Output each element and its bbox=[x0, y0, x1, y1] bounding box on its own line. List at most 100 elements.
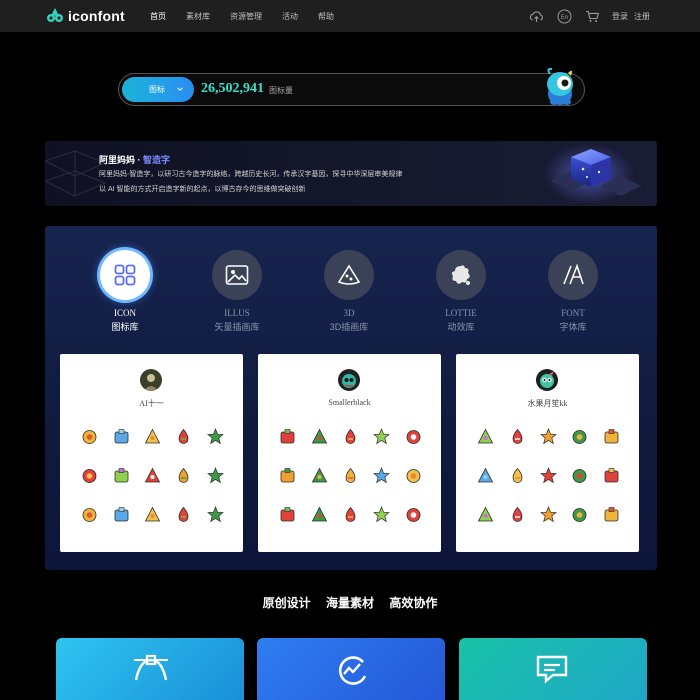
candy-pouch-icon[interactable] bbox=[81, 467, 98, 484]
nav-link-materials[interactable]: 素材库 bbox=[186, 11, 210, 22]
mistletoe-icon[interactable] bbox=[342, 506, 359, 523]
gingerbread-icon[interactable] bbox=[405, 506, 422, 523]
category-lottie-circle[interactable] bbox=[436, 250, 486, 300]
category-illus-circle[interactable] bbox=[212, 250, 262, 300]
mascot-icon bbox=[547, 67, 573, 105]
library-panel: ICON 图标库 ILLUS 矢量插画库 3D 3D插画库 LOTTIE 动效库… bbox=[45, 226, 657, 570]
banner-desc-2: 以 AI 智能的方式开启造字新的起点，以博古存今的思维做突破创新 bbox=[99, 186, 306, 193]
tree-icon[interactable] bbox=[206, 467, 224, 484]
cube-art-icon bbox=[544, 144, 641, 204]
icon-grid bbox=[470, 428, 627, 523]
pudding-icon[interactable] bbox=[373, 428, 391, 445]
category-icon[interactable]: ICON 图标库 bbox=[85, 250, 165, 333]
chat-icon bbox=[536, 655, 568, 684]
banner-title-highlight: 智造字 bbox=[143, 155, 171, 165]
tart-icon[interactable] bbox=[571, 506, 588, 523]
cake-slice-icon[interactable] bbox=[477, 428, 494, 445]
burger-icon[interactable] bbox=[603, 506, 620, 523]
gift-icon[interactable] bbox=[279, 428, 296, 445]
stocking-icon[interactable] bbox=[175, 428, 192, 445]
category-lottie[interactable]: LOTTIE 动效库 bbox=[421, 250, 501, 333]
avatar[interactable] bbox=[140, 369, 162, 391]
language-label: En bbox=[560, 15, 567, 21]
bun-icon[interactable] bbox=[540, 428, 557, 445]
feature-card-assets[interactable] bbox=[257, 638, 445, 700]
avatar[interactable] bbox=[338, 369, 360, 391]
nav-link-events[interactable]: 活动 bbox=[282, 11, 298, 22]
calendar-icon[interactable] bbox=[175, 506, 192, 523]
card-author-name: Smallerblack bbox=[328, 398, 371, 407]
candy-cane-icon[interactable] bbox=[311, 428, 328, 445]
popcorn-icon[interactable] bbox=[571, 428, 588, 445]
house-icon[interactable] bbox=[311, 506, 328, 523]
holly-icon[interactable] bbox=[206, 428, 224, 445]
category-3d[interactable]: 3D 3D插画库 bbox=[309, 250, 389, 333]
category-en-label: ILLUS bbox=[224, 308, 250, 318]
cookie-icon[interactable] bbox=[477, 467, 494, 484]
promo-banner[interactable]: 阿里妈妈 · 智造字 阿里妈妈·智造字，以研习古今造字的脉络，跨越历史长河，传承… bbox=[45, 141, 657, 206]
tagline-original-design: 原创设计 bbox=[262, 596, 311, 610]
tagline-massive-assets: 海量素材 bbox=[325, 596, 374, 610]
snow-cloud-icon[interactable] bbox=[113, 428, 130, 445]
nav-links: 首页 素材库 资源管理 活动 帮助 bbox=[150, 0, 354, 32]
nav-link-home[interactable]: 首页 bbox=[150, 11, 166, 22]
avatar[interactable] bbox=[536, 369, 558, 391]
cane-icon[interactable] bbox=[373, 506, 391, 523]
nav-link-resources[interactable]: 资源管理 bbox=[230, 11, 262, 22]
candy-cane-icon[interactable] bbox=[144, 467, 161, 484]
chevron-down-icon bbox=[177, 87, 183, 91]
register-link[interactable]: 注册 bbox=[634, 11, 650, 22]
ice-cream-cone-icon[interactable] bbox=[509, 506, 526, 523]
feature-card-collaboration[interactable] bbox=[459, 638, 647, 700]
wreath-icon[interactable] bbox=[279, 506, 296, 523]
ice-cream-icon[interactable] bbox=[603, 428, 620, 445]
category-3d-circle[interactable] bbox=[324, 250, 374, 300]
rice-ball-icon[interactable] bbox=[540, 506, 557, 523]
icon-count-label: 图标量 bbox=[269, 86, 293, 95]
fish-cake-icon[interactable] bbox=[603, 467, 620, 484]
pie-icon[interactable] bbox=[571, 467, 588, 484]
category-en-label: LOTTIE bbox=[445, 308, 477, 318]
banner-title: 阿里妈妈 · 智造字 bbox=[99, 153, 170, 166]
lollipop-icon[interactable] bbox=[509, 428, 526, 445]
star-icon[interactable] bbox=[81, 428, 98, 445]
feature-card-design[interactable] bbox=[56, 638, 244, 700]
banner-desc-1: 阿里妈妈·智造字，以研习古今造字的脉络，跨越历史长河，传承汉字基因，探寻中华深层… bbox=[99, 171, 403, 178]
santa-hat-icon[interactable] bbox=[373, 467, 391, 484]
language-toggle[interactable]: En bbox=[556, 8, 572, 24]
santa-hat-face-icon[interactable] bbox=[279, 467, 296, 484]
search-bar[interactable]: 图标 26,502,941 图标量 bbox=[118, 73, 585, 106]
mug-icon[interactable] bbox=[206, 506, 224, 523]
category-font[interactable]: FONT 字体库 bbox=[533, 250, 613, 333]
category-illus[interactable]: ILLUS 矢量插画库 bbox=[197, 250, 277, 333]
reindeer-icon[interactable] bbox=[405, 467, 422, 484]
category-icon-circle[interactable] bbox=[100, 250, 150, 300]
wreath-bell-icon[interactable] bbox=[342, 428, 359, 445]
santa-bag-icon[interactable] bbox=[113, 506, 130, 523]
snowflake-icon[interactable] bbox=[144, 506, 161, 523]
pudding-flan-icon[interactable] bbox=[509, 467, 526, 484]
font-a-icon bbox=[563, 264, 584, 285]
magic-wand-icon[interactable] bbox=[144, 428, 161, 445]
gift-box-icon[interactable] bbox=[405, 428, 422, 445]
login-link[interactable]: 登录 bbox=[612, 11, 628, 22]
icon-set-card[interactable]: AI十一 bbox=[60, 354, 243, 552]
cart-icon[interactable] bbox=[584, 8, 600, 24]
brand-logo[interactable]: iconfont bbox=[46, 7, 125, 25]
cake-icon[interactable] bbox=[540, 467, 557, 484]
icon-count: 26,502,941 bbox=[201, 81, 264, 96]
bezier-pen-icon bbox=[134, 654, 168, 681]
bauble-icon[interactable] bbox=[81, 506, 98, 523]
icon-set-card[interactable]: 水果月笙kk bbox=[456, 354, 639, 552]
category-font-circle[interactable] bbox=[548, 250, 598, 300]
candles-icon[interactable] bbox=[175, 467, 192, 484]
lights-icon[interactable] bbox=[113, 467, 130, 484]
muffin-icon[interactable] bbox=[477, 506, 494, 523]
nav-link-help[interactable]: 帮助 bbox=[318, 11, 334, 22]
search-type-dropdown[interactable]: 图标 bbox=[122, 77, 194, 102]
ornament-icon[interactable] bbox=[311, 467, 328, 484]
present-icon[interactable] bbox=[342, 467, 359, 484]
icon-set-card[interactable]: Smallerblack bbox=[258, 354, 441, 552]
upload-icon[interactable] bbox=[528, 8, 544, 24]
category-en-label: 3D bbox=[343, 308, 355, 318]
